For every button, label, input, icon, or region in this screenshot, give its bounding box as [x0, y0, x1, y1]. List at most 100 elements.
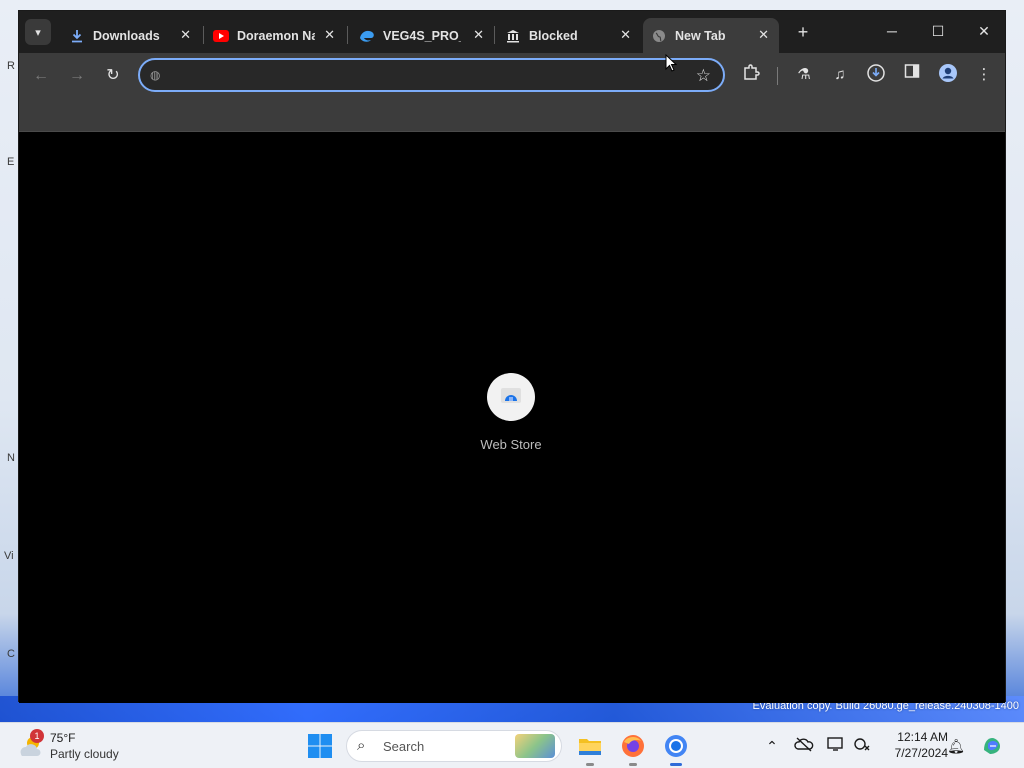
tab-title: Doraemon Na	[237, 28, 315, 43]
side-panel-icon	[904, 64, 920, 83]
tab-downloads[interactable]: Downloads ✕	[61, 18, 201, 53]
taskbar: 1 75°F Partly cloudy ⌕ Search ⌃ 12:14 AM…	[0, 722, 1024, 768]
running-indicator	[629, 763, 637, 766]
tab-title: Downloads	[93, 28, 160, 43]
back-button[interactable]: ←	[29, 64, 53, 88]
active-indicator	[670, 763, 682, 766]
search-highlight-image	[515, 734, 555, 758]
mouse-cursor-icon	[665, 54, 677, 72]
toolbar-separator	[777, 67, 778, 85]
tab-title: Blocked	[529, 28, 578, 43]
labs-button[interactable]: ⚗	[792, 63, 816, 87]
tab-youtube[interactable]: Doraemon Na ✕	[205, 18, 345, 53]
arrow-left-icon: ←	[33, 67, 49, 84]
browser-toolbar: ← → ↻ ◍ ☆ ⚗ ♫ ⋮	[19, 53, 1005, 98]
shortcut-label: Web Store	[480, 437, 542, 452]
desktop-icon-label: R	[7, 60, 15, 72]
close-icon: ✕	[978, 23, 990, 39]
tab-search-button[interactable]: ▾	[25, 19, 51, 45]
windows-logo-icon	[308, 734, 332, 758]
address-input[interactable]	[170, 66, 670, 86]
close-icon[interactable]: ✕	[180, 27, 191, 43]
close-icon[interactable]: ✕	[473, 27, 484, 43]
desktop-icon-label: E	[7, 156, 15, 168]
download-progress-icon	[866, 64, 886, 87]
close-icon[interactable]: ✕	[758, 27, 769, 43]
notification-badge: 1	[30, 729, 44, 743]
reload-icon: ↻	[106, 67, 120, 84]
search-icon: ⌕	[357, 737, 366, 754]
profile-button[interactable]	[936, 63, 960, 87]
extensions-button[interactable]	[739, 63, 763, 87]
chrome-icon	[665, 735, 687, 757]
download-status-button[interactable]	[864, 63, 888, 87]
firefox-button[interactable]	[619, 732, 647, 766]
tab-new-tab[interactable]: New Tab ✕	[643, 18, 779, 53]
menu-button[interactable]: ⋮	[972, 63, 996, 87]
tab-separator	[347, 26, 348, 44]
tab-blocked[interactable]: Blocked ✕	[497, 18, 641, 53]
puzzle-icon	[742, 64, 760, 85]
tab-title: New Tab	[675, 28, 726, 43]
clock-time: 12:14 AM	[897, 730, 948, 744]
forward-button[interactable]: →	[65, 64, 89, 88]
close-icon[interactable]: ✕	[620, 27, 631, 43]
music-queue-icon: ♫	[834, 66, 846, 83]
address-bar[interactable]: ◍ ☆	[138, 58, 725, 92]
tab-strip: ▾ Downloads ✕ Doraemon Na ✕ VEG4S_PRO_1 …	[19, 11, 1005, 53]
bookmarks-bar	[19, 98, 1005, 132]
more-vert-icon: ⋮	[976, 66, 992, 83]
weather-condition: Partly cloudy	[50, 747, 119, 761]
minimize-icon: ─	[887, 23, 897, 39]
chevron-down-icon: ▾	[35, 26, 41, 39]
download-icon	[69, 28, 85, 44]
media-controls-button[interactable]: ♫	[828, 63, 852, 87]
taskbar-search[interactable]: ⌕ Search	[346, 730, 562, 762]
side-panel-button[interactable]	[900, 63, 924, 87]
desktop-icon-label: N	[7, 452, 15, 464]
shortcut-web-store[interactable]: Web Store	[471, 373, 551, 452]
maximize-button[interactable]: ☐	[923, 19, 953, 43]
tab-veg4s[interactable]: VEG4S_PRO_1 ✕	[349, 18, 494, 53]
search-label: Search	[383, 739, 425, 754]
file-explorer-button[interactable]	[576, 732, 604, 766]
arrow-right-icon: →	[69, 67, 85, 84]
monitor-icon	[827, 737, 843, 751]
desktop-icon-label: Vi	[4, 550, 14, 562]
bookmark-star-icon[interactable]: ☆	[696, 65, 711, 87]
shortcut-tile	[487, 373, 535, 421]
globe-icon	[651, 28, 667, 44]
onedrive-button[interactable]	[794, 736, 814, 756]
close-window-button[interactable]: ✕	[969, 19, 999, 43]
chevron-up-icon: ⌃	[766, 738, 778, 754]
copilot-button[interactable]	[980, 734, 1004, 758]
network-button[interactable]	[852, 736, 872, 756]
start-button[interactable]	[306, 732, 334, 760]
youtube-icon	[213, 28, 229, 44]
clock-date: 7/27/2024	[894, 746, 948, 760]
bank-icon	[505, 28, 521, 44]
cloud-off-icon	[794, 737, 814, 752]
desktop-icon-label: C	[7, 648, 15, 660]
flask-icon: ⚗	[797, 66, 811, 83]
minimize-button[interactable]: ─	[877, 19, 907, 43]
reload-button[interactable]: ↻	[101, 64, 125, 88]
folder-icon	[579, 739, 601, 755]
copilot-icon	[984, 738, 1000, 754]
new-tab-button[interactable]: +	[793, 22, 813, 42]
show-hidden-icons-button[interactable]: ⌃	[762, 736, 782, 756]
edge-dev-icon	[359, 28, 375, 44]
plus-icon: +	[797, 22, 809, 42]
display-button[interactable]	[826, 736, 846, 756]
firefox-icon	[622, 735, 644, 757]
chrome-button[interactable]	[662, 732, 690, 766]
tab-separator	[203, 26, 204, 44]
close-icon[interactable]: ✕	[324, 27, 335, 43]
running-indicator	[586, 763, 594, 766]
maximize-icon: ☐	[931, 23, 945, 39]
tab-title: VEG4S_PRO_1	[383, 28, 461, 43]
notifications-button[interactable]: 🔔︎	[946, 736, 966, 756]
new-tab-page: Web Store	[19, 133, 1005, 703]
system-clock[interactable]: 12:14 AM 7/27/2024	[878, 729, 948, 761]
network-disconnected-icon	[854, 738, 870, 751]
